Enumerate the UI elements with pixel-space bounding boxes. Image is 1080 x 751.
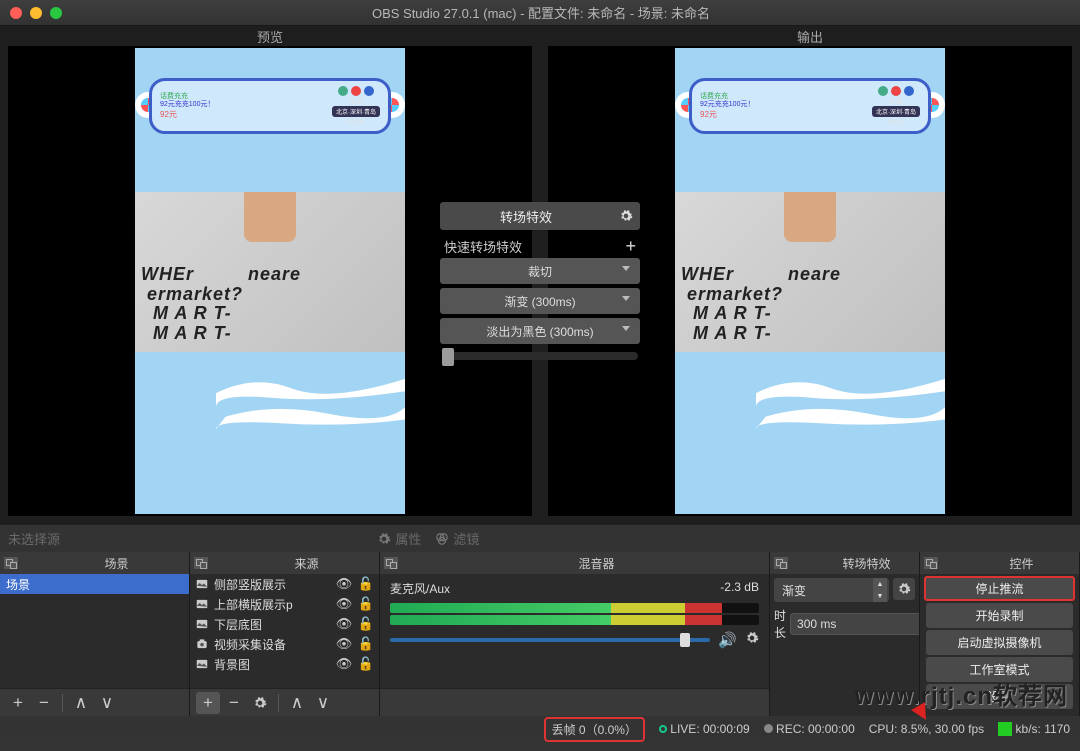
eye-icon[interactable]: 👁 bbox=[335, 616, 353, 632]
source-item[interactable]: 上部横版展示p👁🔓 bbox=[190, 594, 379, 614]
gear-icon[interactable] bbox=[893, 578, 915, 600]
source-up-button[interactable]: ∧ bbox=[285, 692, 309, 714]
dropped-frames: 丢帧 0（0.0%） bbox=[544, 717, 645, 742]
mixer-title: 混音器 bbox=[428, 555, 765, 572]
virtual-camera-button[interactable]: 启动虚拟摄像机 bbox=[926, 630, 1073, 655]
rec-status: REC: 00:00:00 bbox=[764, 722, 855, 736]
image-icon bbox=[194, 597, 210, 611]
window-title: OBS Studio 27.0.1 (mac) - 配置文件: 未命名 - 场景… bbox=[12, 3, 1070, 22]
scene-down-button[interactable]: ∨ bbox=[95, 692, 119, 714]
gear-icon[interactable] bbox=[745, 631, 759, 649]
properties-button: 属性 bbox=[377, 529, 421, 548]
sources-title: 来源 bbox=[238, 555, 375, 572]
output-content: 话费充充92元充充100元！92元全国北京·深圳·青岛130元 清凉一夏最新折扣… bbox=[675, 48, 945, 514]
dock-tab-icon[interactable] bbox=[774, 557, 788, 569]
live-status: LIVE: 00:00:09 bbox=[659, 722, 750, 736]
preview-label: 预览 bbox=[0, 26, 540, 44]
cpu-status: CPU: 8.5%, 30.00 fps bbox=[869, 722, 984, 736]
eye-icon[interactable]: 👁 bbox=[335, 656, 353, 672]
camera-icon bbox=[194, 637, 210, 651]
dock-tab-icon[interactable] bbox=[4, 557, 18, 569]
quick-transition-label: 快速转场特效 bbox=[444, 237, 522, 256]
preview-area: 预览 话费充充 92元充充100元！ 92元 全国 北京·深圳·青岛 130元 bbox=[0, 26, 1080, 524]
eye-icon[interactable]: 👁 bbox=[335, 636, 353, 652]
speaker-icon[interactable]: 🔊 bbox=[718, 631, 737, 649]
bitrate-status: kb/s: 1170 bbox=[998, 722, 1070, 737]
duration-label: 时长 bbox=[774, 607, 786, 641]
transition-controls: 转场特效 快速转场特效 + 裁切 渐变 (300ms) 淡出为黑色 (300ms… bbox=[440, 202, 640, 360]
no-source-label: 未选择源 bbox=[8, 529, 60, 548]
source-settings-button[interactable] bbox=[248, 692, 272, 714]
scenes-dock: 场景 场景 + − ∧ ∨ bbox=[0, 552, 190, 716]
source-item[interactable]: 视频采集设备👁🔓 bbox=[190, 634, 379, 654]
live-icon bbox=[659, 725, 667, 733]
lock-icon[interactable]: 🔓 bbox=[357, 596, 375, 612]
mixer-channel: 麦克风/Aux -2.3 dB 🔊 bbox=[380, 574, 769, 655]
plus-icon[interactable]: + bbox=[625, 236, 636, 257]
transition-slider[interactable] bbox=[442, 352, 638, 360]
image-icon bbox=[194, 657, 210, 671]
remove-source-button[interactable]: − bbox=[222, 692, 246, 714]
lock-icon[interactable]: 🔓 bbox=[357, 576, 375, 592]
record-icon bbox=[764, 724, 773, 733]
wave-bg: 清凉一夏 最新折扣优惠人到位 扫码领取最新优惠 全国 北京·深圳·青岛 130元 bbox=[135, 352, 405, 514]
scene-up-button[interactable]: ∧ bbox=[69, 692, 93, 714]
image-icon bbox=[194, 577, 210, 591]
stop-stream-button[interactable]: 停止推流 bbox=[924, 576, 1075, 601]
source-item[interactable]: 下层底图👁🔓 bbox=[190, 614, 379, 634]
add-source-button[interactable]: + bbox=[196, 692, 220, 714]
source-down-button[interactable]: ∨ bbox=[311, 692, 335, 714]
controls-title: 控件 bbox=[968, 555, 1075, 572]
eye-icon[interactable]: 👁 bbox=[335, 596, 353, 612]
mixer-dock: 混音器 麦克风/Aux -2.3 dB 🔊 bbox=[380, 552, 770, 716]
output-label: 输出 bbox=[540, 26, 1080, 44]
dock-tab-icon[interactable] bbox=[384, 557, 398, 569]
audio-meter bbox=[390, 603, 759, 613]
transitions-title: 转场特效 bbox=[818, 555, 915, 572]
filters-button: 滤镜 bbox=[435, 529, 479, 548]
source-item[interactable]: 背景图👁🔓 bbox=[190, 654, 379, 674]
eye-icon[interactable]: 👁 bbox=[335, 576, 353, 592]
transition-button[interactable]: 转场特效 bbox=[440, 202, 612, 230]
camera-image bbox=[135, 192, 405, 352]
lock-icon[interactable]: 🔓 bbox=[357, 656, 375, 672]
sources-dock: 来源 侧部竖版展示👁🔓 上部横版展示p👁🔓 下层底图👁🔓 视频采集设备👁🔓 背景… bbox=[190, 552, 380, 716]
scenes-title: 场景 bbox=[48, 555, 185, 572]
gear-icon[interactable] bbox=[612, 209, 640, 223]
titlebar: OBS Studio 27.0.1 (mac) - 配置文件: 未命名 - 场景… bbox=[0, 0, 1080, 26]
channel-db: -2.3 dB bbox=[720, 580, 759, 597]
watermark: www.rjtj.cn软荐网 bbox=[855, 676, 1068, 711]
promo-banner: 话费充充 92元充充100元！ 92元 全国 北京·深圳·青岛 130元 bbox=[149, 78, 391, 134]
dock-tab-icon[interactable] bbox=[924, 557, 938, 569]
lock-icon[interactable]: 🔓 bbox=[357, 636, 375, 652]
fadeblack-dropdown[interactable]: 淡出为黑色 (300ms) bbox=[440, 318, 640, 344]
volume-slider[interactable] bbox=[390, 638, 710, 642]
dock-tab-icon[interactable] bbox=[194, 557, 208, 569]
add-scene-button[interactable]: + bbox=[6, 692, 30, 714]
fade-dropdown[interactable]: 渐变 (300ms) bbox=[440, 288, 640, 314]
preview-content: 话费充充 92元充充100元！ 92元 全国 北京·深圳·青岛 130元 bbox=[135, 48, 405, 514]
transition-select[interactable]: 渐变▲▼ bbox=[774, 578, 889, 602]
source-item[interactable]: 侧部竖版展示👁🔓 bbox=[190, 574, 379, 594]
cut-dropdown[interactable]: 裁切 bbox=[440, 258, 640, 284]
remove-scene-button[interactable]: − bbox=[32, 692, 56, 714]
status-indicator-icon bbox=[998, 722, 1012, 736]
start-record-button[interactable]: 开始录制 bbox=[926, 603, 1073, 628]
audio-meter bbox=[390, 615, 759, 625]
image-icon bbox=[194, 617, 210, 631]
lock-icon[interactable]: 🔓 bbox=[357, 616, 375, 632]
duration-input[interactable] bbox=[790, 613, 919, 635]
channel-name: 麦克风/Aux bbox=[390, 580, 450, 597]
scene-item[interactable]: 场景 bbox=[0, 574, 189, 594]
source-toolbar: 未选择源 属性 滤镜 bbox=[0, 524, 1080, 552]
